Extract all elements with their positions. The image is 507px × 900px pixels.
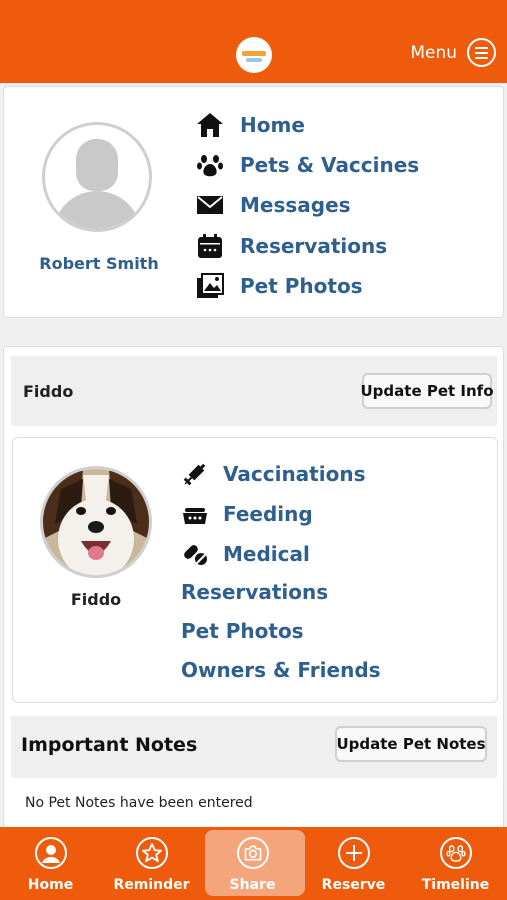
pet-nav-pet-photos[interactable]: Pet Photos xyxy=(181,619,304,643)
profile-card: Robert Smith Home Pets & Vaccines Messag… xyxy=(3,86,504,318)
update-pet-notes-button[interactable]: Update Pet Notes xyxy=(335,726,487,762)
nav-pets-vaccines[interactable]: Pets & Vaccines xyxy=(196,151,419,179)
nav-reservations[interactable]: Reservations xyxy=(196,232,387,260)
tab-reminder[interactable]: Reminder xyxy=(101,827,202,900)
pet-nav-vaccinations[interactable]: Vaccinations xyxy=(181,460,365,488)
pills-icon xyxy=(181,540,209,568)
nav-messages[interactable]: Messages xyxy=(196,191,351,219)
notes-empty-text: No Pet Notes have been entered xyxy=(25,795,253,811)
user-circle-icon xyxy=(34,837,67,869)
notes-header: Important Notes Update Pet Notes xyxy=(11,716,497,778)
owner-name[interactable]: Robert Smith xyxy=(24,254,174,273)
syringe-icon xyxy=(181,460,209,488)
calendar-icon xyxy=(196,232,224,260)
pet-nav-feeding[interactable]: Feeding xyxy=(181,500,313,528)
photos-icon xyxy=(196,272,224,300)
pet-nav-owners-friends[interactable]: Owners & Friends xyxy=(181,658,381,682)
tab-share[interactable]: Share xyxy=(202,827,305,900)
top-bar: Menu xyxy=(0,0,507,83)
plus-icon xyxy=(337,837,370,869)
pet-header: Fiddo Update Pet Info xyxy=(11,356,497,426)
bottom-tab-bar: Home Reminder Share Reserve Timeline xyxy=(0,827,507,900)
food-bowl-icon xyxy=(181,500,209,528)
tab-timeline[interactable]: Timeline xyxy=(405,827,506,900)
tab-reserve[interactable]: Reserve xyxy=(303,827,404,900)
paw-icon xyxy=(439,837,472,869)
tab-home[interactable]: Home xyxy=(0,827,101,900)
hamburger-menu-icon[interactable] xyxy=(467,38,496,67)
user-avatar[interactable] xyxy=(42,122,152,232)
camera-icon xyxy=(236,837,269,869)
pet-nav-reservations[interactable]: Reservations xyxy=(181,580,328,604)
pet-name[interactable]: Fiddo xyxy=(40,590,152,609)
app-logo[interactable] xyxy=(236,37,272,73)
pet-nav-medical[interactable]: Medical xyxy=(181,540,310,568)
pet-section: Fiddo Update Pet Info Fiddo Vaccinations… xyxy=(3,346,504,838)
home-icon xyxy=(196,111,224,139)
pet-avatar[interactable] xyxy=(40,466,152,578)
menu-label[interactable]: Menu xyxy=(410,43,457,63)
nav-pet-photos[interactable]: Pet Photos xyxy=(196,272,363,300)
envelope-icon xyxy=(196,191,224,219)
notes-title: Important Notes xyxy=(21,734,198,756)
star-icon xyxy=(135,837,168,869)
paw-icon xyxy=(196,151,224,179)
nav-home[interactable]: Home xyxy=(196,111,305,139)
pet-card: Fiddo Vaccinations Feeding Medical Reser… xyxy=(12,437,498,703)
pet-name-header: Fiddo xyxy=(23,382,74,401)
update-pet-info-button[interactable]: Update Pet Info xyxy=(361,373,494,409)
